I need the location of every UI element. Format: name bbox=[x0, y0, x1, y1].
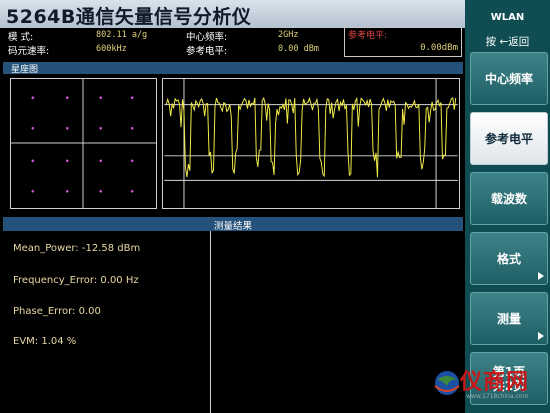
format-button[interactable]: 格式 bbox=[470, 232, 548, 285]
mode-label-wlan: WLAN bbox=[490, 12, 525, 23]
constellation-point bbox=[99, 126, 103, 130]
format-button-label: 格式 bbox=[496, 252, 521, 266]
center-freq-label: 中心频率: bbox=[186, 32, 228, 43]
constellation-point bbox=[65, 126, 69, 130]
results-divider bbox=[210, 231, 211, 413]
center-freq-button-label: 中心频率 bbox=[484, 72, 533, 86]
ref-level-input-value: 0.00dBm bbox=[420, 43, 458, 53]
mode-value: 802.11 a/g bbox=[96, 30, 148, 40]
center-freq-button[interactable]: 中心频率 bbox=[470, 52, 548, 105]
mode-label: 模 式: bbox=[8, 32, 34, 43]
constellation-point bbox=[99, 96, 103, 99]
ref-level-input-label: 参考电平: bbox=[348, 31, 388, 41]
frequency-error-result: Frequency_Error: 0.00 Hz bbox=[13, 275, 139, 286]
constellation-point bbox=[130, 159, 134, 163]
results-area: Mean_Power: -12.58 dBm Frequency_Error: … bbox=[3, 231, 463, 413]
carriers-button[interactable]: 载波数 bbox=[470, 172, 548, 225]
results-title: 测量结果 bbox=[213, 221, 252, 232]
results-header: 测量结果 bbox=[3, 217, 463, 232]
constellation-point bbox=[130, 126, 134, 130]
ref-level-button[interactable]: 参考电平 bbox=[470, 112, 548, 165]
constellation-header: 星座图 bbox=[3, 62, 463, 75]
constellation-point bbox=[31, 189, 35, 193]
evm-result: EVM: 1.04 % bbox=[13, 336, 77, 347]
constellation-point bbox=[65, 189, 69, 193]
constellation-point bbox=[65, 159, 69, 163]
ref-level-label: 参考电平: bbox=[186, 46, 228, 57]
measure-button[interactable]: 测量 bbox=[470, 292, 548, 345]
constellation-point bbox=[31, 159, 35, 163]
carriers-button-label: 载波数 bbox=[490, 192, 527, 206]
submenu-arrow-icon bbox=[538, 332, 544, 340]
ref-level-value: 0.00 dBm bbox=[278, 44, 319, 54]
constellation-point bbox=[65, 96, 69, 99]
watermark-text: 仪商网 bbox=[460, 369, 530, 395]
symbol-rate-value: 600kHz bbox=[96, 44, 127, 54]
title-bar: 5264B通信矢量信号分析仪 bbox=[0, 0, 465, 28]
constellation-point bbox=[130, 189, 134, 193]
ref-level-input[interactable]: 参考电平: 0.00dBm bbox=[344, 27, 462, 57]
ref-level-button-label: 参考电平 bbox=[484, 132, 533, 146]
center-freq-value: 2GHz bbox=[278, 30, 299, 40]
constellation-point bbox=[31, 96, 35, 99]
watermark-logo: 仪商网 www.1718china.com bbox=[432, 362, 550, 413]
analyzer-screen: 5264B通信矢量信号分析仪 模 式: 802.11 a/g 码元速率: 600… bbox=[0, 0, 465, 413]
constellation-plot bbox=[10, 78, 157, 209]
constellation-point bbox=[130, 96, 134, 99]
graph-area bbox=[3, 74, 463, 214]
phase-error-result: Phase_Error: 0.00 bbox=[13, 306, 101, 317]
app-title: 5264B通信矢量信号分析仪 bbox=[6, 6, 252, 28]
softkey-panel: WLAN 按 ←返回 中心频率 参考电平 载波数 格式 测量 第1页 共2页 bbox=[465, 0, 550, 413]
back-button[interactable]: 按 ←返回 bbox=[465, 34, 550, 49]
constellation-point bbox=[99, 189, 103, 193]
globe-icon bbox=[434, 371, 460, 395]
watermark-url: www.1718china.com bbox=[466, 393, 529, 400]
constellation-point bbox=[99, 159, 103, 163]
waveform-trace bbox=[165, 96, 457, 178]
constellation-point bbox=[31, 126, 35, 130]
submenu-arrow-icon bbox=[538, 272, 544, 280]
symbol-rate-label: 码元速率: bbox=[8, 46, 50, 57]
measure-button-label: 测量 bbox=[496, 312, 521, 326]
mean-power-result: Mean_Power: -12.58 dBm bbox=[13, 243, 141, 254]
waveform-plot bbox=[162, 78, 460, 209]
